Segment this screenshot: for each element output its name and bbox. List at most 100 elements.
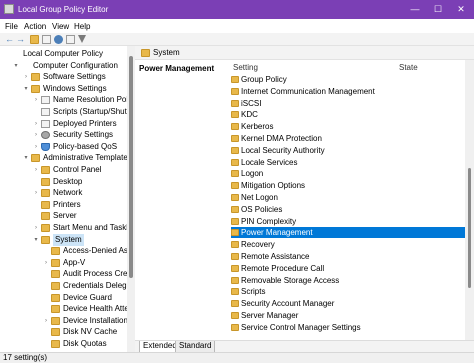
setting-row[interactable]: Server Manager [231, 310, 465, 321]
view-tabs: Extended Standard [135, 340, 474, 353]
tree-item[interactable]: › Name Resolution Policy [0, 94, 134, 106]
doc-icon [41, 119, 50, 128]
properties-icon[interactable] [42, 35, 51, 44]
tree-pane[interactable]: Local Computer Policy ▾ Computer Configura… [0, 46, 135, 352]
tree-item[interactable]: › Device Installation [0, 315, 128, 327]
tree-item[interactable]: Audit Process Creatio [0, 268, 134, 280]
setting-row[interactable]: Internet Communication Management [231, 86, 465, 97]
setting-row[interactable]: Power Management [231, 227, 465, 239]
setting-label: Recovery [241, 240, 275, 250]
tree-item[interactable]: Scripts (Startup/Shutdow [0, 106, 134, 118]
menu-file[interactable]: File [5, 21, 18, 32]
collapse-arrow-icon[interactable]: › [23, 71, 29, 83]
folder-icon[interactable] [30, 35, 39, 44]
setting-row[interactable]: iSCSI [231, 98, 465, 109]
computer-icon [11, 50, 20, 58]
tree-item[interactable]: ▾ Administrative Templates [0, 152, 132, 164]
collapse-arrow-icon[interactable]: › [43, 257, 49, 269]
collapse-arrow-icon[interactable]: › [43, 315, 49, 327]
collapse-arrow-icon[interactable]: › [33, 222, 39, 234]
tree-item-label: Printers [53, 199, 81, 209]
column-header-state[interactable]: State [399, 63, 418, 72]
setting-row[interactable]: Logon [231, 168, 465, 179]
minimize-button[interactable]: — [404, 2, 426, 17]
tree-item[interactable]: ▾ Windows Settings [0, 83, 127, 95]
folder-icon [231, 99, 239, 107]
setting-row[interactable]: Service Control Manager Settings [231, 322, 465, 333]
tree-item-label: Device Health Attesta [63, 304, 135, 314]
setting-row[interactable]: Remote Procedure Call [231, 263, 465, 274]
tree-item[interactable]: › App-V [0, 257, 127, 269]
tree-item[interactable]: › Software Settings [0, 71, 127, 83]
tree-item-label: Security Settings [53, 130, 114, 140]
setting-row[interactable]: Locale Services [231, 157, 465, 168]
menu-help[interactable]: Help [74, 21, 90, 32]
list-scrollbar[interactable] [465, 60, 474, 340]
filter-icon[interactable] [78, 35, 86, 43]
tree-item[interactable]: Access-Denied Assist [0, 245, 134, 257]
tree-item[interactable]: Printers [0, 199, 127, 211]
maximize-button[interactable]: ☐ [427, 2, 449, 17]
collapse-arrow-icon[interactable]: › [33, 129, 39, 141]
setting-row[interactable]: KDC [231, 109, 465, 120]
forward-icon[interactable]: → [16, 35, 26, 44]
setting-row[interactable]: Net Logon [231, 192, 465, 203]
tree-item[interactable]: Disk Quotas [0, 338, 127, 350]
setting-row[interactable]: Mitigation Options [231, 180, 465, 191]
tree-item[interactable]: › Deployed Printers [0, 118, 127, 130]
collapse-arrow-icon[interactable]: › [33, 141, 39, 153]
setting-row[interactable]: Kerberos [231, 121, 465, 132]
tree-item[interactable]: › Security Settings [0, 129, 127, 141]
setting-label: Mitigation Options [241, 181, 306, 191]
setting-row[interactable]: Local Security Authority [231, 145, 465, 156]
setting-row[interactable]: PIN Complexity [231, 216, 465, 227]
collapse-arrow-icon[interactable]: › [33, 94, 39, 106]
expand-arrow-icon[interactable]: ▾ [23, 83, 29, 95]
setting-row[interactable]: Kernel DMA Protection [231, 133, 465, 144]
column-header-setting[interactable]: Setting [233, 63, 258, 72]
folder-icon [231, 146, 239, 154]
collapse-arrow-icon[interactable]: › [33, 164, 39, 176]
tree-item[interactable]: Local Computer Policy [0, 48, 127, 60]
shield-icon [41, 142, 50, 151]
setting-row[interactable]: Scripts [231, 286, 465, 297]
tree-scrollbar[interactable] [127, 46, 135, 352]
expand-arrow-icon[interactable]: ▾ [23, 152, 29, 164]
folder-icon [51, 305, 60, 314]
tree-item[interactable]: Desktop [0, 176, 127, 188]
menu-action[interactable]: Action [24, 21, 46, 32]
tree-item[interactable]: Device Health Attesta [0, 303, 134, 315]
tree-item[interactable]: › Network [0, 187, 127, 199]
folder-icon [51, 282, 60, 290]
close-button[interactable]: ✕ [450, 2, 472, 17]
expand-arrow-icon[interactable]: ▾ [33, 234, 39, 246]
tree-item[interactable]: ▾ Computer Configuration [0, 60, 127, 72]
folder-icon [41, 212, 50, 221]
setting-row[interactable]: Removable Storage Access [231, 275, 465, 286]
setting-row[interactable]: Security Account Manager [231, 298, 465, 309]
tree-item[interactable]: › Start Menu and Taskbar [0, 222, 134, 234]
setting-row[interactable]: OS Policies [231, 204, 465, 215]
setting-row[interactable]: Group Policy [231, 74, 465, 85]
tree-scroll-thumb[interactable] [129, 56, 133, 278]
help-icon[interactable] [54, 35, 63, 44]
collapse-arrow-icon[interactable]: › [33, 118, 39, 130]
setting-row[interactable]: Remote Assistance [231, 251, 465, 262]
menu-view[interactable]: View [52, 21, 69, 32]
view-icon[interactable] [66, 35, 75, 44]
tree-item[interactable]: Credentials Delegatio [0, 280, 134, 292]
window-title: Local Group Policy Editor [18, 5, 109, 14]
tree-item[interactable]: Server [0, 210, 127, 222]
tree-item[interactable]: Device Guard [0, 292, 127, 304]
expand-arrow-icon[interactable]: ▾ [13, 60, 19, 72]
tree-item[interactable]: › Control Panel [0, 164, 127, 176]
tree-item[interactable]: Disk NV Cache [0, 326, 127, 338]
tree-item[interactable]: ▾ System [0, 233, 127, 246]
setting-row[interactable]: Recovery [231, 239, 465, 250]
list-scroll-thumb[interactable] [468, 168, 471, 288]
collapse-arrow-icon[interactable]: › [33, 187, 39, 199]
back-icon[interactable]: ← [5, 35, 15, 44]
folder-icon [231, 205, 239, 213]
tree-item[interactable]: › Policy-based QoS [0, 141, 127, 153]
tree-item-label: Access-Denied Assist [63, 246, 135, 256]
